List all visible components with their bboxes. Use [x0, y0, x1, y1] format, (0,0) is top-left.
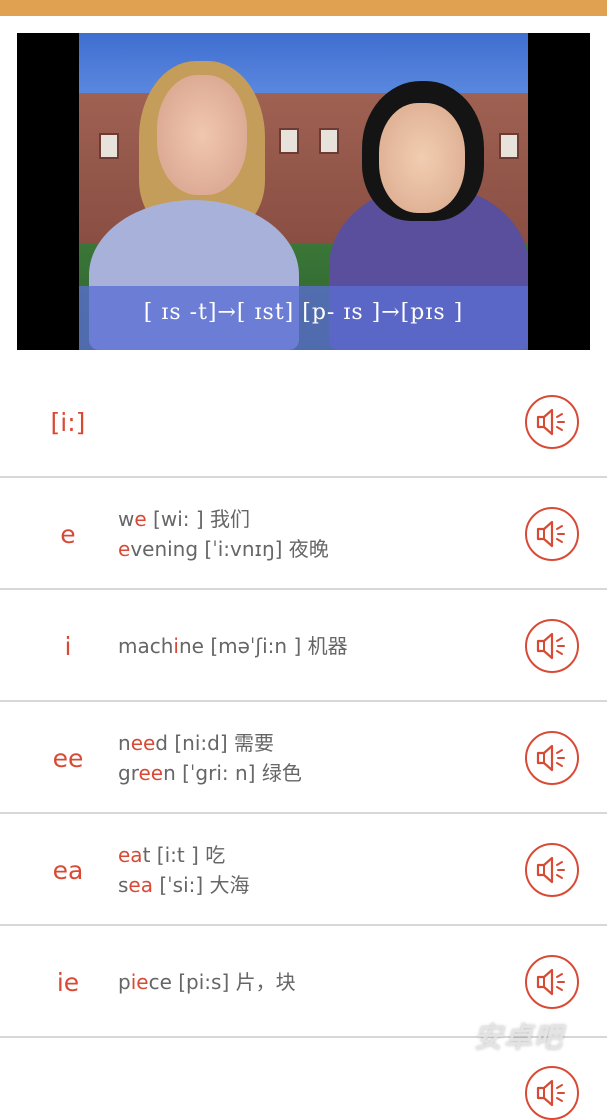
- letter-combination: i: [64, 631, 72, 661]
- example-word: need [ni:d] 需要: [118, 728, 302, 758]
- word-part: n [ˈgri: n] 绿色: [163, 761, 302, 785]
- play-sound-button[interactable]: [525, 619, 579, 673]
- presenter-1-face: [157, 75, 247, 195]
- speaker-icon: [536, 744, 565, 772]
- play-sound-button[interactable]: [525, 507, 579, 561]
- phonics-row: ea eat [i:t ] 吃 sea [ˈsi:] 大海: [0, 816, 607, 926]
- word-part: ce [pi:s] 片，块: [148, 970, 296, 994]
- speaker-icon: [536, 632, 565, 660]
- highlighted-letters: ee: [138, 761, 164, 785]
- word-part: vening [ˈi:vnɪŋ] 夜晚: [130, 537, 329, 561]
- word-part: n: [118, 731, 131, 755]
- example-words: need [ni:d] 需要 green [ˈgri: n] 绿色: [118, 704, 302, 812]
- play-sound-button[interactable]: [525, 395, 579, 449]
- example-word: eat [i:t ] 吃: [118, 840, 250, 870]
- speaker-icon: [536, 408, 565, 436]
- top-bar: [0, 0, 607, 16]
- example-word: piece [pi:s] 片，块: [118, 967, 296, 997]
- example-words: eat [i:t ] 吃 sea [ˈsi:] 大海: [118, 816, 250, 924]
- phonics-row: ee need [ni:d] 需要 green [ˈgri: n] 绿色: [0, 704, 607, 814]
- letter-combination: ea: [52, 855, 84, 885]
- letter-combination: ie: [56, 967, 80, 997]
- word-part: d [ni:d] 需要: [155, 731, 274, 755]
- letter-combination: ee: [52, 743, 84, 773]
- speaker-icon: [536, 856, 565, 884]
- example-words: piece [pi:s] 片，块: [118, 928, 296, 1036]
- play-sound-button[interactable]: [525, 955, 579, 1009]
- phonetic-symbol: [i:]: [50, 407, 86, 437]
- example-word: green [ˈgri: n] 绿色: [118, 758, 302, 788]
- video-caption: [ ɪs -t]→[ ɪst] [p- ɪs ]→[pɪs ]: [143, 300, 464, 325]
- speaker-icon: [536, 968, 565, 996]
- example-word: sea [ˈsi:] 大海: [118, 870, 250, 900]
- highlighted-letters: e: [134, 507, 147, 531]
- word-part: s: [118, 873, 129, 897]
- play-sound-button[interactable]: [525, 1066, 579, 1120]
- highlighted-letters: e: [118, 537, 131, 561]
- word-part: mach: [118, 634, 174, 658]
- watermark-logo: 安卓吧: [474, 1021, 565, 1054]
- word-part: [wi: ] 我们: [146, 507, 251, 531]
- word-part: p: [118, 970, 131, 994]
- highlighted-letters: ee: [130, 731, 156, 755]
- highlighted-letters: ie: [130, 970, 149, 994]
- example-word: evening [ˈi:vnɪŋ] 夜晚: [118, 534, 329, 564]
- word-part: t [i:t ] 吃: [142, 843, 226, 867]
- phonics-row: i machine [məˈʃi:n ] 机器: [0, 592, 607, 702]
- example-word: machine [məˈʃi:n ] 机器: [118, 631, 348, 661]
- video-player[interactable]: [ ɪs -t]→[ ɪst] [p- ɪs ]→[pɪs ]: [17, 33, 590, 350]
- play-sound-button[interactable]: [525, 843, 579, 897]
- speaker-icon: [536, 520, 565, 548]
- speaker-icon: [536, 1079, 565, 1107]
- phonics-header-row: [i:]: [0, 368, 607, 478]
- presenter-2-face: [379, 103, 465, 213]
- phonics-row: e we [wi: ] 我们 evening [ˈi:vnɪŋ] 夜晚: [0, 480, 607, 590]
- word-part: [ˈsi:] 大海: [152, 873, 250, 897]
- example-words: we [wi: ] 我们 evening [ˈi:vnɪŋ] 夜晚: [118, 480, 329, 588]
- play-sound-button[interactable]: [525, 731, 579, 785]
- word-part: ne [məˈʃi:n ] 机器: [178, 634, 348, 658]
- word-part: gr: [118, 761, 139, 785]
- letter-combination: e: [60, 519, 76, 549]
- video-frame: [ ɪs -t]→[ ɪst] [p- ɪs ]→[pɪs ]: [79, 33, 528, 350]
- highlighted-letters: ea: [118, 843, 143, 867]
- highlighted-letters: ea: [128, 873, 153, 897]
- word-part: w: [118, 507, 135, 531]
- example-words: machine [məˈʃi:n ] 机器: [118, 592, 348, 700]
- example-word: we [wi: ] 我们: [118, 504, 329, 534]
